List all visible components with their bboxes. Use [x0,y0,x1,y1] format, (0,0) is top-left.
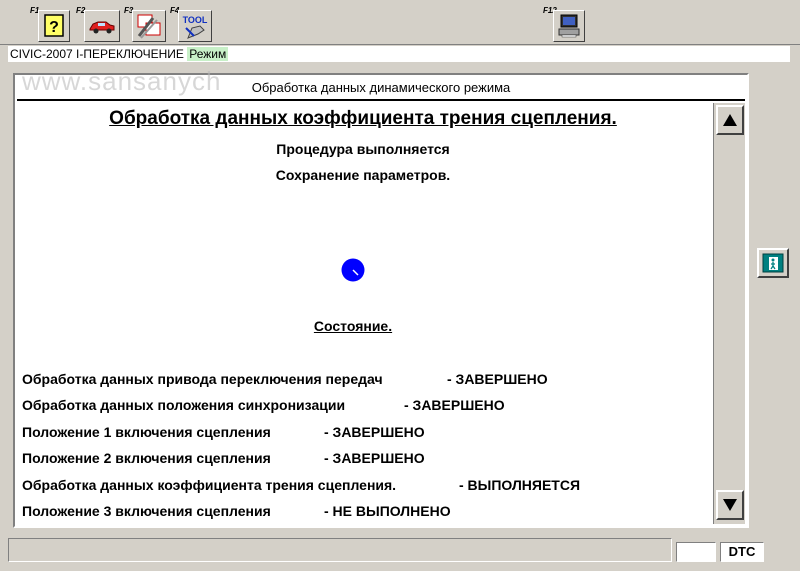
status-row-state: - ЗАВЕРШЕНО [324,424,425,440]
computer-print-icon [558,14,580,38]
page-title: Обработка данных коэффициента трения сце… [109,108,617,129]
tool-button[interactable]: TOOL [178,10,212,42]
transmission-button[interactable] [132,10,166,42]
status-row-name: Обработка данных привода переключения пе… [22,371,383,387]
status-row-state: - ВЫПОЛНЯЕТСЯ [459,477,581,493]
status-row-name: Обработка данных положения синхронизации [22,397,346,413]
saving-parameters-text: Сохранение параметров. [275,167,451,183]
dtc-indicator: DTC [720,542,764,562]
vehicle-car-icon [89,21,115,34]
f1-help-key[interactable]: F1 ? [28,6,72,42]
scroll-up-button[interactable] [716,105,744,135]
mt-at-transmission-icon [137,14,161,39]
status-row-name: Положение 1 включения сцепления [22,424,271,440]
panel-header: Обработка данных динамического режима [17,77,745,101]
help-button[interactable]: ? [38,10,70,42]
svg-text:TOOL: TOOL [183,15,208,25]
exit-button[interactable] [757,248,789,278]
vehicle-model-label: CIVIC-2007 I-ПЕРЕКЛЮЧЕНИЕ [10,47,184,61]
progress-clock-icon [341,258,365,282]
exit-door-icon [762,253,784,273]
status-row-state: - ЗАВЕРШЕНО [404,397,505,413]
status-row-name: Положение 2 включения сцепления [22,450,271,466]
mode-label: Режим [187,47,229,61]
status-bar [8,538,672,562]
f12-print-key[interactable]: F12 [541,6,589,42]
status-row-state: - НЕ ВЫПОЛНЕНО [324,503,451,519]
status-row-state: - ЗАВЕРШЕНО [447,371,548,387]
vertical-scrollbar[interactable] [713,103,745,524]
arrow-up-icon [723,114,737,126]
print-button[interactable] [553,10,585,42]
status-heading: Состояние. [313,318,393,334]
vehicle-button[interactable] [84,10,120,42]
f4-tool-key[interactable]: F4 TOOL [168,6,216,42]
toolbar-divider [0,44,800,45]
f2-vehicle-key[interactable]: F2 [74,6,122,42]
svg-text:?: ? [49,19,59,36]
tool-icon: TOOL [183,15,208,39]
f3-transmission-key[interactable]: F3 [122,6,170,42]
status-row-name: Положение 3 включения сцепления [22,503,271,519]
arrow-down-icon [723,499,737,511]
help-question-icon: ? [44,14,64,37]
status-row-state: - ЗАВЕРШЕНО [324,450,425,466]
status-row-name: Обработка данных коэффициента трения сце… [22,477,397,493]
procedure-running-text: Процедура выполняется [276,141,450,157]
dtc-count-field [676,542,716,562]
vehicle-info-bar: CIVIC-2007 I-ПЕРЕКЛЮЧЕНИЕ Режим [8,46,790,62]
scroll-down-button[interactable] [716,490,744,520]
